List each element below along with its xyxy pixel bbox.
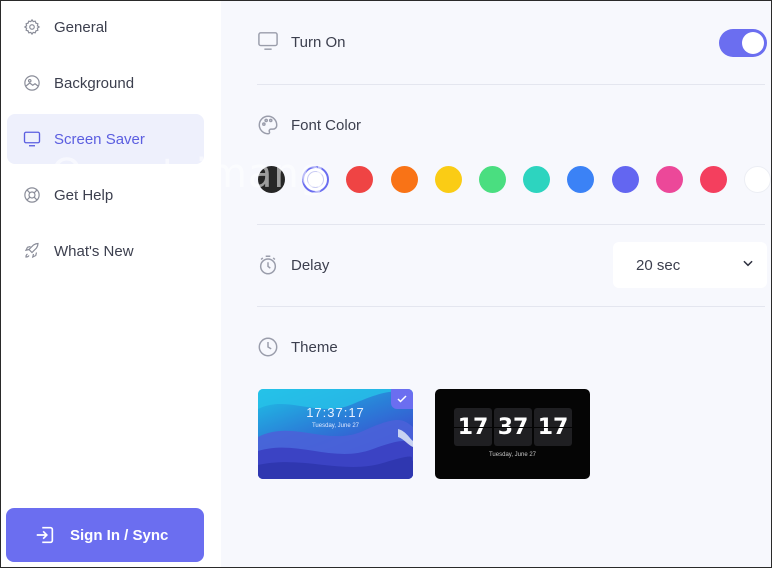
app-window: General Background Screen Saver Get Help… xyxy=(0,0,772,568)
chevron-down-icon xyxy=(741,256,755,274)
sign-in-sync-button[interactable]: Sign In / Sync xyxy=(6,508,204,562)
color-swatch[interactable] xyxy=(611,166,639,193)
color-swatch[interactable] xyxy=(302,166,330,193)
font-color-row: Font Color xyxy=(257,114,361,136)
flip-digit-seconds: 17 xyxy=(534,408,572,446)
sidebar-item-get-help[interactable]: Get Help xyxy=(7,170,204,220)
sidebar-item-whats-new[interactable]: What's New xyxy=(7,226,204,276)
sidebar-item-screen-saver[interactable]: Screen Saver xyxy=(7,114,204,164)
sign-in-icon xyxy=(34,524,56,546)
sidebar-item-background[interactable]: Background xyxy=(7,58,204,108)
color-swatch[interactable] xyxy=(258,166,285,193)
sidebar-item-label: Get Help xyxy=(54,186,114,204)
stopwatch-icon xyxy=(257,254,279,276)
sidebar-item-label: General xyxy=(54,18,108,36)
theme-preview-date: Tuesday, June 27 xyxy=(311,423,360,429)
divider xyxy=(257,306,765,307)
clock-icon xyxy=(257,336,279,358)
gear-icon xyxy=(23,18,41,36)
theme-preview-time: 17:37:17 xyxy=(306,405,365,420)
flip-digit-hours: 17 xyxy=(454,408,492,446)
theme-label: Theme xyxy=(291,338,338,356)
color-swatch[interactable] xyxy=(434,166,462,193)
selected-check-badge xyxy=(391,389,413,409)
monitor-icon xyxy=(257,31,279,53)
sign-in-label: Sign In / Sync xyxy=(70,526,169,544)
sidebar-item-general[interactable]: General xyxy=(7,2,204,52)
delay-label: Delay xyxy=(291,256,330,274)
color-swatch[interactable] xyxy=(346,166,374,193)
font-color-label: Font Color xyxy=(291,116,362,134)
theme-waves-thumbnail[interactable]: 17:37:17 Tuesday, June 27 xyxy=(258,389,413,479)
delay-select[interactable]: 20 sec xyxy=(613,242,767,288)
image-icon xyxy=(23,74,41,92)
sidebar-item-label: What's New xyxy=(54,242,134,260)
color-swatch[interactable] xyxy=(523,166,551,193)
monitor-icon xyxy=(23,130,41,148)
color-swatch[interactable] xyxy=(567,166,595,193)
palette-icon xyxy=(257,114,279,136)
sidebar: General Background Screen Saver Get Help… xyxy=(1,1,221,567)
turn-on-row: Turn On xyxy=(257,31,345,53)
turn-on-label: Turn On xyxy=(291,33,346,51)
check-icon xyxy=(397,395,407,403)
color-swatch[interactable] xyxy=(744,166,772,193)
color-swatch[interactable] xyxy=(655,166,683,193)
delay-row: Delay xyxy=(257,254,329,276)
rocket-icon xyxy=(23,242,41,260)
turn-on-toggle[interactable] xyxy=(719,29,767,57)
theme-flip-clock-thumbnail[interactable]: 17 37 17 Tuesday, June 27 xyxy=(435,389,590,479)
divider xyxy=(257,84,765,85)
settings-panel: Turn On Font Color Delay 20 sec Theme 17… xyxy=(221,1,772,567)
divider xyxy=(257,224,765,225)
flip-digit-minutes: 37 xyxy=(494,408,532,446)
color-swatch[interactable] xyxy=(390,166,418,193)
theme-row: Theme xyxy=(257,336,338,358)
theme-preview-date: Tuesday, June 27 xyxy=(488,452,537,458)
lifebuoy-icon xyxy=(23,186,41,204)
color-swatch[interactable] xyxy=(700,166,727,193)
sidebar-item-label: Background xyxy=(54,74,135,92)
sidebar-item-label: Screen Saver xyxy=(54,130,145,148)
toggle-knob xyxy=(742,32,764,54)
wave-background xyxy=(258,389,413,479)
color-swatch[interactable] xyxy=(479,166,506,193)
delay-value: 20 sec xyxy=(636,256,681,274)
